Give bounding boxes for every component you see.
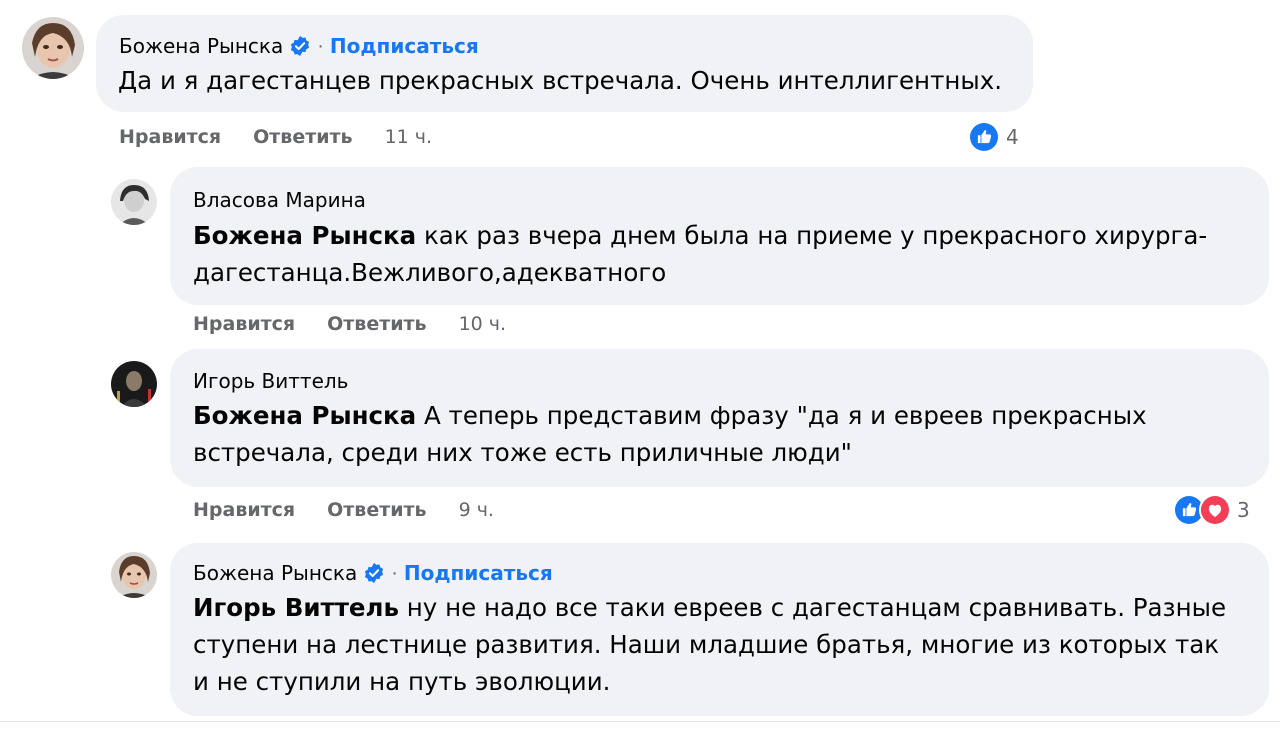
bottom-divider (0, 721, 1280, 722)
comment-body-line2: ступени на лестнице развития. Наши младш… (193, 630, 1220, 659)
mention-link[interactable]: Божена Рынска (193, 221, 416, 250)
verified-badge-icon (289, 35, 311, 57)
mention-link[interactable]: Игорь Виттель (193, 593, 399, 622)
comment-text-3: Божена Рынска А теперь представим фразу … (193, 397, 1147, 471)
author-name[interactable]: Игорь Виттель (193, 368, 348, 394)
separator-dot: · (391, 562, 398, 584)
like-button[interactable]: Нравится (193, 499, 295, 521)
comment-actions-2: Нравится Ответить 10 ч. (193, 313, 506, 335)
avatar-vittel[interactable] (111, 361, 157, 407)
comment-text-4: Игорь Виттель ну не надо все таки евреев… (193, 589, 1226, 700)
reply-button[interactable]: Ответить (253, 126, 352, 148)
follow-button[interactable]: Подписаться (404, 560, 553, 586)
reactions-summary-3[interactable]: 3 (1173, 494, 1250, 526)
reactions-summary-1[interactable]: 4 (968, 121, 1019, 153)
like-button[interactable]: Нравится (119, 126, 221, 148)
author-name[interactable]: Божена Рынска (119, 33, 283, 59)
avatar-bozhena-1[interactable] (22, 17, 84, 79)
like-reaction-icon (968, 121, 1000, 153)
comment-body: А теперь представим фразу "да я и евреев… (416, 401, 1147, 430)
comment-body: Да и я дагестанцев прекрасных встречала.… (118, 66, 1002, 95)
comment-text-1: Да и я дагестанцев прекрасных встречала.… (118, 62, 1002, 99)
reaction-count: 4 (1006, 125, 1019, 149)
comment-body-line3: и не ступили на путь эволюции. (193, 667, 611, 696)
comment-body: ну не надо все таки евреев с дагестанцам… (399, 593, 1227, 622)
mention-link[interactable]: Божена Рынска (193, 401, 416, 430)
reply-button[interactable]: Ответить (327, 499, 426, 521)
separator-dot: · (317, 35, 324, 57)
love-reaction-icon (1199, 494, 1231, 526)
comment-body: как раз вчера днем была на приеме у прек… (416, 221, 1208, 250)
like-button[interactable]: Нравится (193, 313, 295, 335)
reply-button[interactable]: Ответить (327, 313, 426, 335)
comment-actions-3: Нравится Ответить 9 ч. (193, 499, 494, 521)
comment-author-line-1: Божена Рынска · Подписаться (119, 33, 479, 59)
verified-badge-icon (363, 562, 385, 584)
timestamp[interactable]: 10 ч. (459, 313, 506, 335)
avatar-bozhena-2[interactable] (111, 552, 157, 598)
comment-text-2: Божена Рынска как раз вчера днем была на… (193, 217, 1207, 291)
timestamp[interactable]: 9 ч. (459, 499, 494, 521)
follow-button[interactable]: Подписаться (330, 33, 479, 59)
comment-author-line-4: Божена Рынска · Подписаться (193, 560, 553, 586)
comment-author-line-2: Власова Марина (193, 187, 366, 213)
author-name[interactable]: Божена Рынска (193, 560, 357, 586)
avatar-vlasova[interactable] (111, 179, 157, 225)
author-name[interactable]: Власова Марина (193, 187, 366, 213)
comment-actions-1: Нравится Ответить 11 ч. (119, 126, 432, 148)
timestamp[interactable]: 11 ч. (385, 126, 432, 148)
comment-body-line2: встречала, среди них тоже есть приличные… (193, 438, 852, 467)
comment-author-line-3: Игорь Виттель (193, 368, 348, 394)
reaction-count: 3 (1237, 498, 1250, 522)
comment-body-line2: дагестанца.Вежливого,адекватного (193, 258, 667, 287)
